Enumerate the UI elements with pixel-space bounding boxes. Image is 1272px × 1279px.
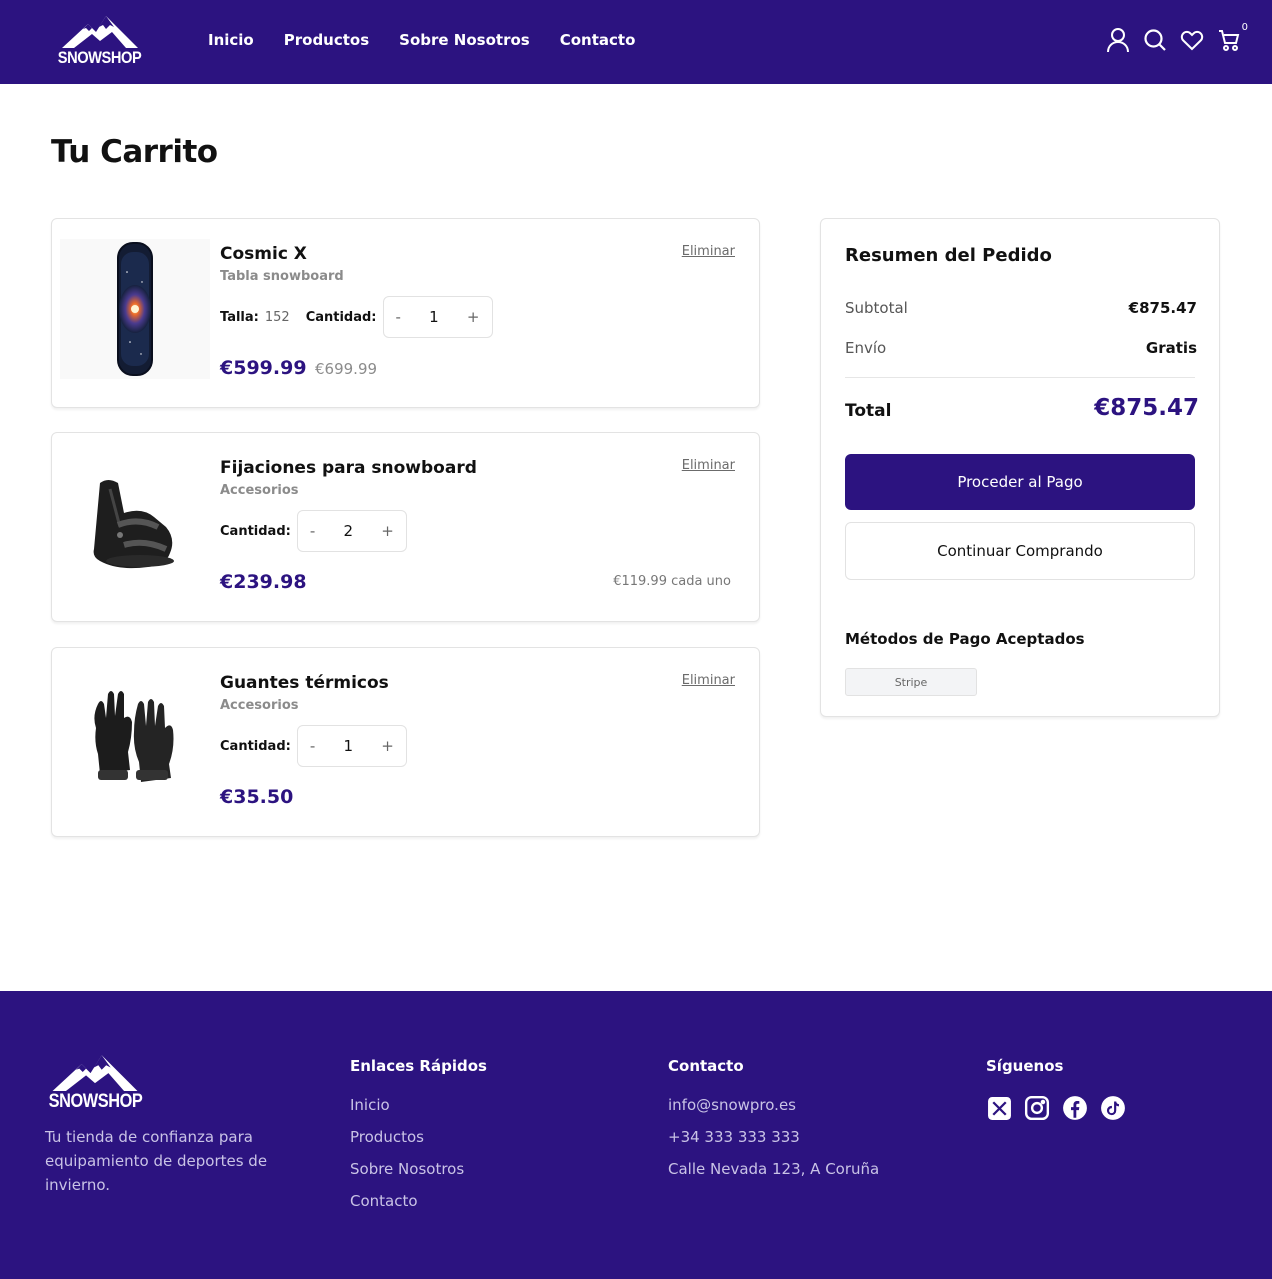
footer-social: Síguenos	[986, 1057, 1138, 1121]
cart-item: Cosmic X Tabla snowboard Eliminar Talla:…	[51, 218, 760, 408]
gloves-image	[60, 668, 210, 808]
subtotal-value: €875.47	[1128, 299, 1197, 317]
item-old-price: €699.99	[315, 360, 378, 378]
bindings-image	[60, 453, 210, 593]
contact-address: Calle Nevada 123, A Coruña	[668, 1160, 880, 1178]
contact-title: Contacto	[668, 1057, 744, 1075]
item-price: €599.99	[220, 357, 307, 379]
logo-text: SNOWSHOP	[58, 48, 142, 67]
heart-icon[interactable]	[1179, 27, 1205, 53]
increment-button[interactable]: +	[381, 737, 394, 755]
contact-email[interactable]: info@snowpro.es	[668, 1095, 879, 1115]
quantity-stepper: - 2 +	[296, 510, 407, 552]
nav-contacto[interactable]: Contacto	[560, 31, 636, 49]
decrement-button[interactable]: -	[310, 522, 315, 540]
item-options: Cantidad: - 2 +	[220, 510, 407, 552]
snowboard-image	[60, 239, 210, 379]
increment-button[interactable]: +	[467, 308, 480, 326]
cart-icon[interactable]: 0	[1216, 22, 1248, 53]
social-title: Síguenos	[986, 1057, 1064, 1075]
shipping-row: Envío Gratis	[845, 339, 1197, 357]
footer-contact: Contacto info@snowpro.es +34 333 333 333…	[668, 1057, 879, 1191]
item-name: Cosmic X	[220, 244, 307, 264]
main-nav: Inicio Productos Sobre Nosotros Contacto	[208, 31, 665, 49]
mountain-logo-icon	[52, 1055, 138, 1091]
footer-link-inicio[interactable]: Inicio	[350, 1095, 487, 1115]
continue-shopping-button[interactable]: Continuar Comprando	[845, 522, 1195, 580]
quantity-label: Cantidad:	[220, 738, 291, 754]
nav-productos[interactable]: Productos	[284, 31, 369, 49]
size-label: Talla:	[220, 309, 259, 325]
decrement-button[interactable]: -	[310, 737, 315, 755]
quantity-value[interactable]: 1	[343, 737, 353, 755]
decrement-button[interactable]: -	[396, 308, 401, 326]
nav-sobre-nosotros[interactable]: Sobre Nosotros	[399, 31, 530, 49]
site-logo[interactable]: SNOWSHOP	[56, 14, 144, 66]
item-name: Guantes térmicos	[220, 673, 389, 693]
remove-button[interactable]: Eliminar	[682, 458, 735, 473]
footer-logo[interactable]: SNOWSHOP	[45, 1053, 145, 1111]
subtotal-row: Subtotal €875.47	[845, 299, 1197, 317]
remove-button[interactable]: Eliminar	[682, 673, 735, 688]
quantity-stepper: - 1 +	[296, 725, 407, 767]
item-price: €239.98	[220, 571, 307, 593]
footer-link-contacto[interactable]: Contacto	[350, 1191, 487, 1211]
shipping-label: Envío	[845, 339, 887, 357]
facebook-icon[interactable]	[1062, 1095, 1088, 1121]
item-options: Cantidad: - 1 +	[220, 725, 407, 767]
item-price: €35.50	[220, 786, 294, 808]
footer-link-sobre-nosotros[interactable]: Sobre Nosotros	[350, 1159, 487, 1179]
cart-item: Fijaciones para snowboard Accesorios Eli…	[51, 432, 760, 622]
quantity-value[interactable]: 2	[343, 522, 353, 540]
footer-link-productos[interactable]: Productos	[350, 1127, 487, 1147]
quick-links-title: Enlaces Rápidos	[350, 1057, 487, 1075]
footer-tagline: Tu tienda de confianza para equipamiento…	[45, 1128, 268, 1194]
page-title: Tu Carrito	[51, 134, 218, 170]
summary-title: Resumen del Pedido	[845, 245, 1052, 266]
item-category: Tabla snowboard	[220, 269, 344, 284]
shipping-value: Gratis	[1145, 339, 1197, 357]
user-icon[interactable]	[1105, 27, 1131, 53]
order-summary: Resumen del Pedido Subtotal €875.47 Enví…	[820, 218, 1220, 717]
checkout-button[interactable]: Proceder al Pago	[845, 454, 1195, 510]
quantity-label: Cantidad:	[305, 309, 377, 325]
increment-button[interactable]: +	[381, 522, 394, 540]
tiktok-icon[interactable]	[1100, 1095, 1126, 1121]
remove-button[interactable]: Eliminar	[682, 244, 735, 259]
cart-item: Guantes térmicos Accesorios Eliminar Can…	[51, 647, 760, 837]
quantity-value[interactable]: 1	[429, 308, 439, 326]
search-icon[interactable]	[1142, 27, 1168, 53]
item-category: Accesorios	[220, 698, 299, 713]
summary-divider	[845, 377, 1195, 378]
contact-phone: +34 333 333 333	[668, 1128, 800, 1146]
total-value: €875.47	[1094, 395, 1199, 421]
site-header: SNOWSHOP Inicio Productos Sobre Nosotros…	[0, 0, 1272, 84]
item-options: Talla: 152 Cantidad: - 1 +	[220, 296, 493, 338]
quantity-label: Cantidad:	[220, 523, 291, 539]
mountain-logo-icon	[62, 16, 138, 48]
instagram-icon[interactable]	[1024, 1095, 1050, 1121]
item-unit-price: €119.99 cada uno	[613, 574, 731, 589]
footer-quick-links: Enlaces Rápidos Inicio Productos Sobre N…	[350, 1057, 487, 1223]
item-name: Fijaciones para snowboard	[220, 458, 477, 478]
nav-inicio[interactable]: Inicio	[208, 31, 254, 49]
site-footer: SNOWSHOP Tu tienda de confianza para equ…	[0, 991, 1272, 1279]
x-icon[interactable]	[986, 1095, 1012, 1121]
quantity-stepper: - 1 +	[382, 296, 493, 338]
item-category: Accesorios	[220, 483, 299, 498]
payment-method-badge: Stripe	[845, 668, 977, 696]
cart-count-badge: 0	[1241, 22, 1248, 33]
social-links	[986, 1095, 1138, 1121]
subtotal-label: Subtotal	[845, 299, 908, 317]
header-actions: 0	[1094, 22, 1248, 53]
total-label: Total	[845, 401, 892, 421]
size-value: 152	[264, 309, 290, 325]
payment-methods-title: Métodos de Pago Aceptados	[845, 630, 1085, 648]
logo-text: SNOWSHOP	[48, 1091, 142, 1112]
